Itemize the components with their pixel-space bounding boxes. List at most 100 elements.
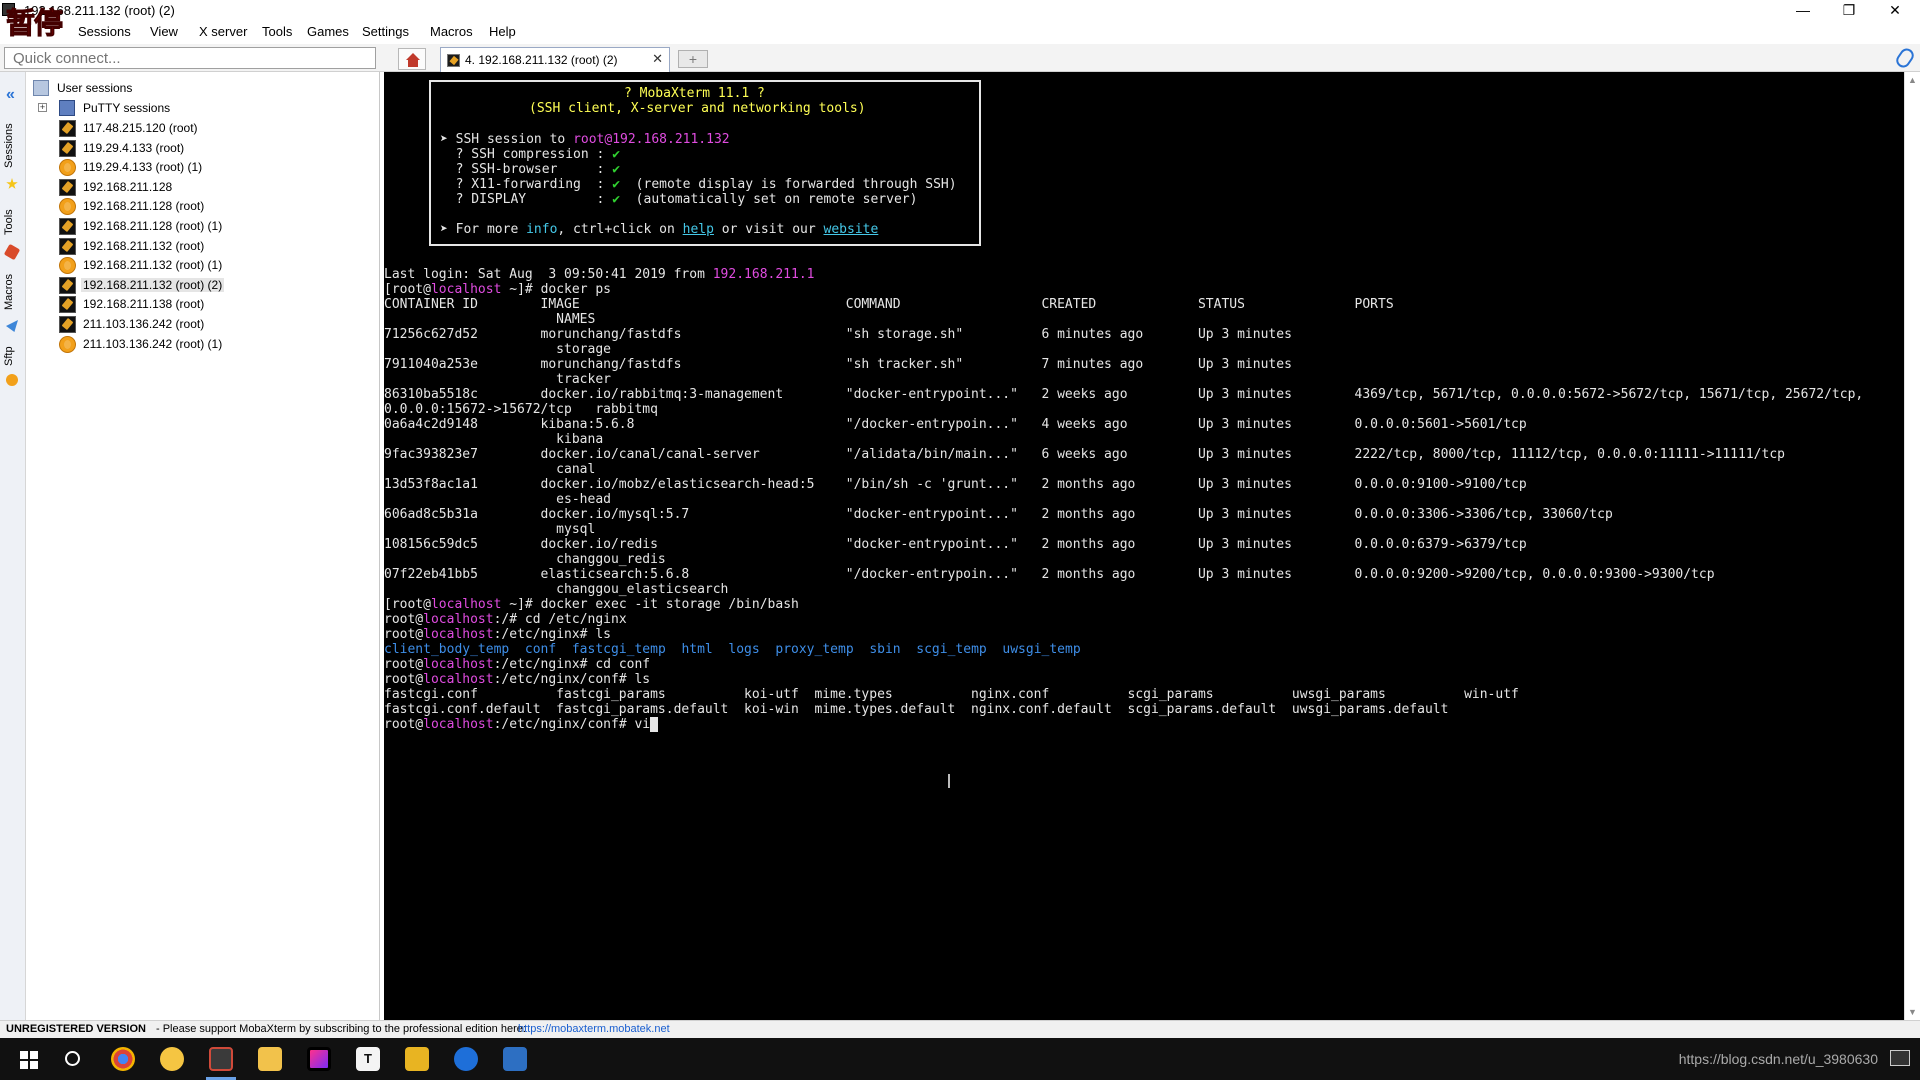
session-item-label: 119.29.4.133 (root) (1) [83,160,203,175]
banner-more-line: ➤ For more info, ctrl+click on help or v… [440,222,879,237]
session-item[interactable]: 119.29.4.133 (root) [27,138,377,158]
session-item[interactable]: 192.168.211.138 (root) [27,294,377,314]
docker-row: 9fac393823e7 docker.io/canal/canal-serve… [384,447,1785,462]
expand-icon[interactable]: + [38,103,47,112]
session-item-label: 192.168.211.132 (root) (1) [83,258,223,273]
taskbar-app-typora[interactable]: T [353,1045,383,1073]
session-item[interactable]: 117.48.215.120 (root) [27,118,377,138]
close-tab-icon[interactable]: ✕ [652,51,663,67]
maximize-button[interactable]: ❐ [1826,0,1872,20]
menu-tools[interactable]: Tools [262,24,292,39]
new-tab-button[interactable]: + [678,50,708,68]
taskbar-app-mobaxterm[interactable] [206,1045,236,1080]
docker-row-names: changgou_elasticsearch [384,582,729,597]
collapse-sidebar-icon[interactable]: « [6,86,15,104]
side-tab-label-tools: Tools [3,209,15,235]
taskbar-app-xterm[interactable] [500,1045,530,1073]
help-link[interactable]: help [683,222,714,237]
terminal-cursor [650,717,659,732]
mobaxterm-icon [209,1047,233,1071]
notification-icon[interactable] [1890,1050,1910,1066]
app-icon [405,1047,429,1071]
close-window-button[interactable]: ✕ [1872,0,1918,20]
taskbar-app-paw[interactable] [157,1045,187,1073]
banner-title: ? MobaXterm 11.1 ? [624,86,765,101]
menu-x-server[interactable]: X server [199,24,247,39]
unregistered-label: UNREGISTERED VERSION [6,1023,146,1035]
mobatek-link[interactable]: https://mobaxterm.mobatek.net [518,1023,670,1035]
home-tab[interactable] [398,48,426,70]
docker-row: 71256c627d52 morunchang/fastdfs "sh stor… [384,327,1292,342]
taskbar-app-jetbrains[interactable] [304,1045,334,1073]
side-tab-tools[interactable]: Tools [3,202,23,242]
tab-session-active[interactable]: 4. 192.168.211.132 (root) (2) ✕ [440,47,670,72]
app-icon [503,1047,527,1071]
paw-icon [160,1047,184,1071]
paperclip-icon[interactable] [1893,45,1917,71]
tree-putty-sessions[interactable]: + PuTTY sessions [27,98,377,118]
session-item[interactable]: 192.168.211.128 [27,177,377,197]
ssh-tab-icon [447,54,460,67]
tree-user-sessions[interactable]: User sessions [27,78,377,98]
docker-row: 108156c59dc5 docker.io/redis "docker-ent… [384,537,1527,552]
session-item-label: 119.29.4.133 (root) [83,140,185,155]
windows-logo-icon [30,1061,38,1069]
globe-icon [59,335,76,353]
ssh-icon [59,296,76,314]
ssh-icon [59,139,76,157]
banner-feature-line: ? SSH-browser : ✔ [440,162,621,177]
tab-row: 4. 192.168.211.132 (root) (2) ✕ + [0,44,1920,72]
tray-watermark-text: https://blog.csdn.net/u_3980630 [1678,1051,1878,1067]
terminal-view[interactable]: ? MobaXterm 11.1 ? (SSH client, X-server… [384,72,1904,1020]
send-icon [6,320,18,332]
session-item-label: 211.103.136.242 (root) [83,317,205,331]
last-login-line: Last login: Sat Aug 3 09:50:41 2019 from… [384,267,815,282]
prompt-docker-exec: [root@localhost ~]# docker exec -it stor… [384,597,799,612]
prompt-vi[interactable]: root@localhost:/etc/nginx/conf# vi [384,717,659,732]
start-button[interactable] [14,1045,44,1073]
side-tab-sftp[interactable]: Sftp [3,340,23,372]
windows-logo-icon [30,1051,38,1059]
menu-macros[interactable]: Macros [430,24,473,39]
session-item[interactable]: 211.103.136.242 (root) [27,314,377,334]
cortana-button[interactable] [58,1045,88,1073]
mobaxterm-window: 192.168.211.132 (root) (2) 暂停 — ❐ ✕ Sess… [0,0,1920,1080]
prompt-docker-ps: [root@localhost ~]# docker ps [384,282,612,297]
session-item[interactable]: 192.168.211.128 (root) (1) [27,216,377,236]
ls-nginx-output: client_body_temp conf fastcgi_temp html … [384,642,1081,657]
menu-games[interactable]: Games [307,24,349,39]
taskbar-app-explorer[interactable] [255,1045,285,1073]
side-tab-macros[interactable]: Macros [3,268,23,316]
prompt-ls-conf: root@localhost:/etc/nginx/conf# ls [384,672,651,687]
side-tab-label-macros: Macros [3,273,15,311]
tools-icon [3,243,21,261]
side-tab-sessions[interactable]: Sessions [3,118,23,174]
quick-connect-input[interactable] [4,47,376,69]
users-icon [33,80,49,96]
ssh-icon [59,276,76,294]
docker-row-names: storage [384,342,611,357]
ssh-icon [59,237,76,255]
taskbar-app-blue[interactable] [451,1045,481,1073]
menu-view[interactable]: View [150,24,178,39]
side-toolbar: « Sessions Tools Macros Sftp [0,72,26,1020]
menu-sessions[interactable]: Sessions [78,24,131,39]
taskbar-app-chrome[interactable] [108,1045,138,1073]
menu-help[interactable]: Help [489,24,516,39]
docker-row-names: 0.0.0.0:15672->15672/tcp rabbitmq [384,402,658,417]
scroll-up-icon[interactable]: ▲ [1908,75,1917,85]
session-item[interactable]: 192.168.211.132 (root) (1) [27,255,377,275]
menu-settings[interactable]: Settings [362,24,409,39]
minimize-button[interactable]: — [1780,0,1826,20]
session-item[interactable]: 119.29.4.133 (root) (1) [27,157,377,177]
session-item[interactable]: 192.168.211.128 (root) [27,196,377,216]
docker-row: 0a6a4c2d9148 kibana:5.6.8 "/docker-entry… [384,417,1527,432]
terminal-scrollbar[interactable]: ▲ ▼ [1904,72,1920,1020]
website-link[interactable]: website [824,222,879,237]
session-item[interactable]: 192.168.211.132 (root) [27,236,377,256]
scroll-down-icon[interactable]: ▼ [1908,1007,1917,1017]
session-item[interactable]: 192.168.211.132 (root) (2) [27,275,377,295]
session-item[interactable]: 211.103.136.242 (root) (1) [27,334,377,354]
taskbar-app-yellow[interactable] [402,1045,432,1073]
docker-row-names: tracker [384,372,611,387]
